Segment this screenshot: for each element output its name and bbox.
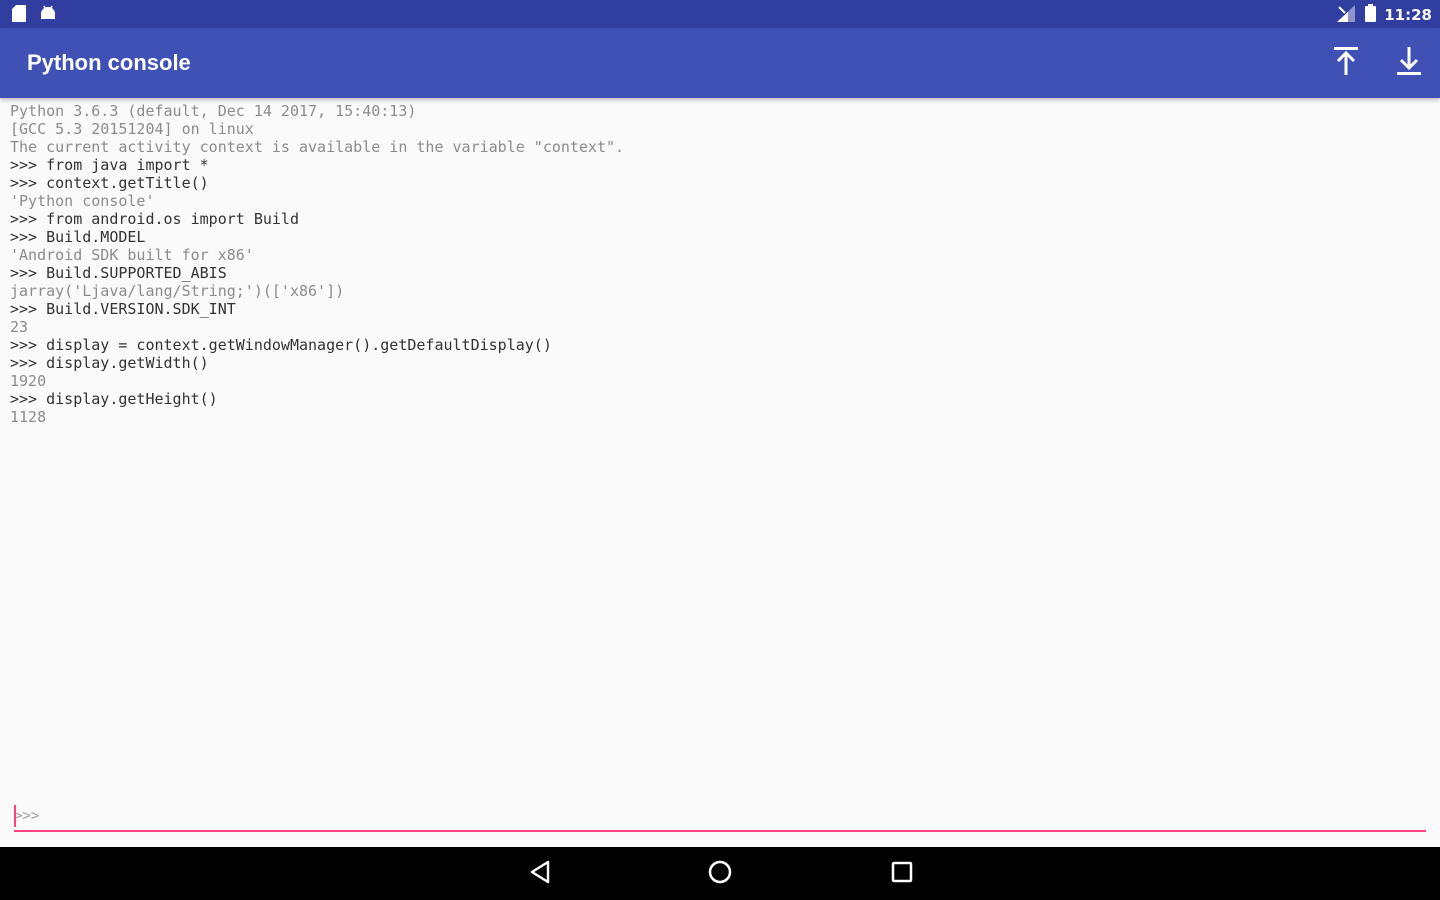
app-title: Python console [27,50,191,75]
app-bar: Python console [0,28,1440,98]
status-left-icons [12,5,56,26]
scroll-to-top-icon [1332,46,1360,80]
console-output-line: 23 [10,318,29,336]
console-output: Python 3.6.3 (default, Dec 14 2017, 15:4… [10,102,1430,792]
console-input-line: >>> display = context.getWindowManager()… [10,336,552,354]
console-output-line: jarray('Ljava/lang/String;')(['x86']) [10,282,345,300]
battery-icon [1365,4,1377,26]
console-input-line: >>> Build.VERSION.SDK_INT [10,300,236,318]
console-input-line: >>> from android.os import Build [10,210,299,228]
console-input-line: >>> Build.MODEL [10,228,146,246]
console-output-line: 'Android SDK built for x86' [10,246,254,264]
console-input-line: >>> Build.SUPPORTED_ABIS [10,264,227,282]
android-icon [40,5,56,26]
text-cursor [14,805,16,827]
console-output-line: 'Python console' [10,192,155,210]
status-bar: 11:28 [0,0,1440,28]
home-icon [707,859,733,889]
input-prompt: >>> [14,808,40,824]
scroll-to-top-button[interactable] [1314,28,1377,98]
console-input-line: >>> display.getHeight() [10,390,218,408]
scroll-to-bottom-button[interactable] [1377,28,1440,98]
navigation-bar [0,847,1440,900]
console-input-line: >>> from java import * [10,156,209,174]
app-bar-actions [1314,28,1440,98]
recents-button[interactable] [887,860,917,888]
console-input-line: >>> display.getWidth() [10,354,209,372]
console-output-line: 1920 [10,372,47,390]
console-output-line: The current activity context is availabl… [10,138,625,156]
back-icon [529,860,551,888]
sd-card-icon [12,5,26,26]
recents-icon [890,860,914,888]
console-input-field[interactable]: >>> [14,800,1426,832]
console-output-line: 1128 [10,408,47,426]
console-output-line: [GCC 5.3 20151204] on linux [10,120,254,138]
console-input-line: >>> context.getTitle() [10,174,209,192]
status-right-area: 11:28 [1337,4,1432,26]
back-button[interactable] [525,860,555,888]
signal-icon [1337,4,1357,26]
home-button[interactable] [705,860,735,888]
scroll-to-bottom-icon [1395,46,1423,80]
status-time: 11:28 [1384,6,1432,24]
console-output-line: Python 3.6.3 (default, Dec 14 2017, 15:4… [10,102,417,120]
